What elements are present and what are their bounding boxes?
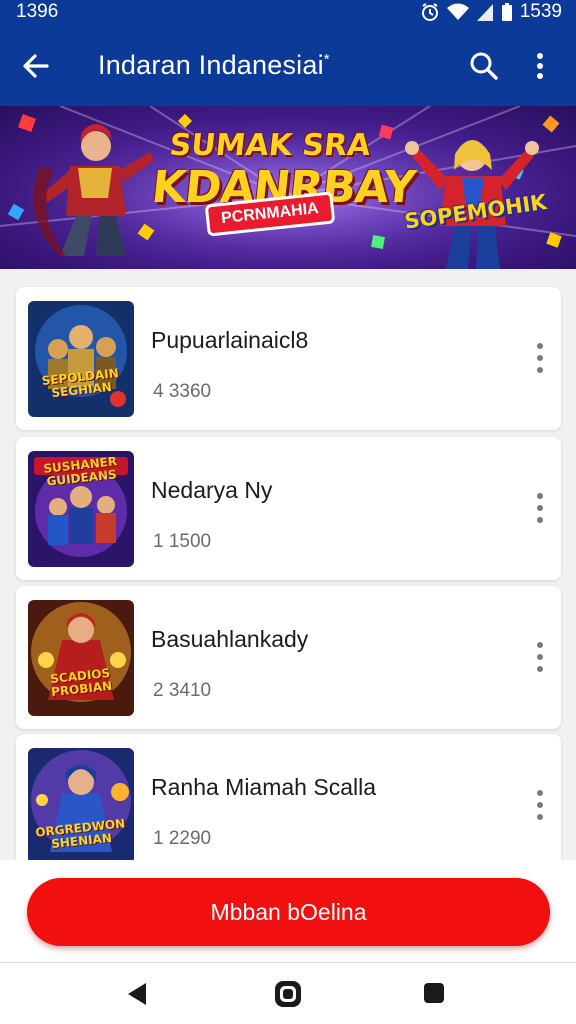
arrow-left-icon [23,54,49,78]
game-thumbnail: ORGREDWON SHENIAN [28,748,134,864]
game-count: 1 2290 [153,828,212,849]
nav-home-button[interactable] [273,979,303,1009]
search-icon [470,52,498,80]
more-vert-icon [537,343,543,373]
status-time: 1396 [16,1,59,22]
game-thumbnail: SUSHANER GUIDEANS [28,451,134,567]
status-clock: 1539 [519,1,562,22]
more-vert-icon [537,642,543,672]
back-button[interactable] [18,48,54,84]
system-nav-bar [0,962,576,1024]
list-item[interactable]: SEPOLDAIN SEGHIAN Pupuarlainaicl8 4 3360 [16,287,561,430]
home-circle-icon [275,981,301,1007]
wifi-icon [446,3,469,20]
page-title-mark: * [323,51,330,68]
page-title: Indaran Indanesiai* [98,50,330,81]
game-name: Nedarya Ny [151,477,273,503]
item-more-button[interactable] [530,786,550,824]
game-count: 4 3360 [153,381,212,402]
promo-banner[interactable]: SUMAK SRA KDANRBAY PCRNMAHIA SOPEMOHIK [0,106,576,269]
signal-icon [476,4,493,21]
game-thumbnail: SCADIOS PROBIAN [28,600,134,716]
item-more-button[interactable] [530,489,550,527]
status-icons: 1539 [420,1,562,23]
game-name: Ranha Miamah Scalla [151,774,377,800]
app-bar: Indaran Indanesiai* [0,26,576,106]
game-name: Basuahlankady [151,626,309,652]
more-vert-icon [537,493,543,523]
more-options-button[interactable] [524,48,556,84]
list-item[interactable]: SCADIOS PROBIAN Basuahlankady 2 3410 [16,586,561,729]
game-count: 1 1500 [153,531,212,552]
triangle-back-icon [128,983,146,1005]
primary-action-button[interactable]: Mbban bOelina [27,878,550,946]
game-thumbnail: SEPOLDAIN SEGHIAN [28,301,134,417]
item-more-button[interactable] [530,638,550,676]
page-title-text: Indaran Indanesiai [98,50,324,80]
more-vert-icon [537,53,543,79]
item-more-button[interactable] [530,339,550,377]
bottom-action-bar: Mbban bOelina [0,860,576,962]
more-vert-icon [537,790,543,820]
nav-back-button[interactable] [124,981,150,1007]
game-name: Pupuarlainaicl8 [151,327,309,353]
status-bar: 1396 1539 [0,0,576,26]
search-button[interactable] [466,48,502,84]
nav-recents-button[interactable] [422,981,446,1005]
game-count: 2 3410 [153,680,212,701]
square-recents-icon [424,983,444,1003]
battery-icon [501,3,512,21]
alarm-icon [421,3,438,21]
list-item[interactable]: SUSHANER GUIDEANS Nedarya Ny 1 1500 [16,437,561,580]
banner-headline-top: SUMAK SRA [167,128,373,163]
